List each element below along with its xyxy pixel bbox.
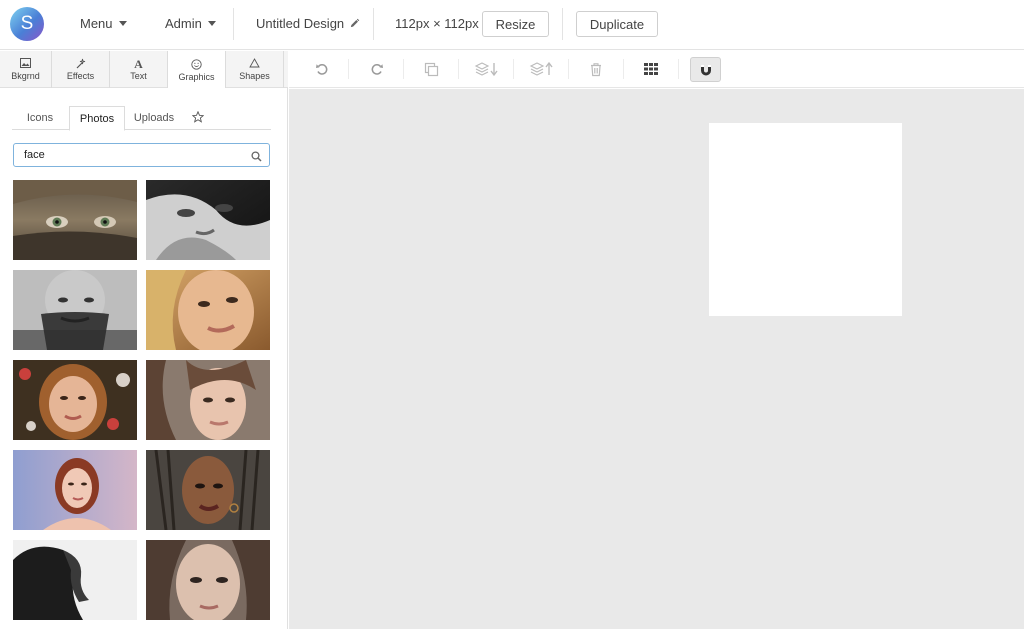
undo-icon [315, 62, 329, 76]
admin-label: Admin [165, 15, 202, 31]
subtab-uploads[interactable]: Uploads [126, 106, 182, 130]
face-photo[interactable] [146, 540, 270, 620]
canvas-size: 112px × 112px [395, 0, 479, 46]
tab-label: Bkgrnd [11, 71, 40, 81]
admin-button[interactable]: Admin [165, 0, 216, 46]
tab-shapes[interactable]: Shapes [226, 51, 284, 88]
redo-button[interactable] [363, 57, 391, 81]
divider [373, 8, 374, 40]
tab-effects[interactable]: Effects [52, 51, 110, 88]
face-photo[interactable] [13, 450, 137, 530]
canvas-area[interactable] [289, 89, 1024, 629]
subtab-photos[interactable]: Photos [69, 106, 125, 131]
subtab-label: Icons [26, 112, 54, 124]
duplicate-button[interactable]: Duplicate [576, 11, 658, 37]
smiley-icon [191, 58, 202, 72]
tab-label: Shapes [239, 71, 270, 81]
divider [562, 8, 563, 40]
grid-icon [644, 63, 658, 75]
panel-tabs: Bkgrnd Effects A Text Graphics Shapes [0, 51, 288, 89]
text-icon: A [134, 57, 143, 71]
tab-label: Effects [66, 71, 95, 81]
image-icon [20, 58, 31, 71]
copy-button[interactable] [417, 57, 445, 81]
face-photo[interactable] [146, 450, 270, 530]
design-title[interactable]: Untitled Design [256, 0, 360, 46]
magnet-icon [699, 63, 713, 77]
divider [233, 8, 234, 40]
face-photo[interactable] [146, 360, 270, 440]
search-icon[interactable] [251, 149, 262, 167]
subtab-label: Photos [79, 112, 115, 125]
search-input[interactable] [14, 144, 234, 166]
logo-letter: S [20, 13, 34, 34]
face-photo[interactable] [146, 270, 270, 350]
design-editor: S Menu Admin Untitled Design 112px × 112… [0, 0, 1024, 629]
bring-forward-icon [529, 61, 555, 77]
photo-search [13, 143, 270, 167]
subtab-label: Uploads [133, 112, 175, 124]
delete-button[interactable] [582, 57, 610, 81]
star-icon [191, 110, 205, 126]
divider [403, 59, 404, 79]
canvas-toolbar [289, 51, 1024, 88]
tab-label: Graphics [178, 71, 215, 82]
face-photo[interactable] [13, 270, 137, 350]
subtab-favorites[interactable] [187, 106, 209, 130]
graphics-subtabs: Icons Photos Uploads [12, 106, 271, 131]
pencil-icon[interactable] [349, 18, 360, 29]
resize-label: Resize [495, 16, 536, 32]
tab-label: Text [130, 71, 147, 81]
trash-icon [589, 62, 603, 77]
send-backward-button[interactable] [472, 57, 502, 81]
copy-icon [424, 62, 439, 77]
divider [568, 59, 569, 79]
design-title-label: Untitled Design [256, 15, 345, 31]
magic-wand-icon [75, 58, 86, 71]
divider [348, 59, 349, 79]
redo-icon [370, 62, 384, 76]
caret-down-icon [207, 20, 216, 26]
tab-text[interactable]: A Text [110, 51, 168, 88]
duplicate-label: Duplicate [589, 16, 645, 32]
face-photo[interactable] [13, 180, 137, 260]
menu-button[interactable]: Menu [80, 0, 127, 46]
artboard[interactable] [709, 123, 902, 316]
graphics-panel: Icons Photos Uploads [0, 88, 288, 629]
grid-button[interactable] [637, 57, 665, 81]
face-photo[interactable] [13, 540, 137, 620]
divider [513, 59, 514, 79]
resize-button[interactable]: Resize [482, 11, 549, 37]
size-label: 112px × 112px [395, 15, 479, 31]
triangle-icon [249, 58, 260, 71]
send-backward-icon [474, 61, 500, 77]
snap-toggle[interactable] [690, 57, 721, 82]
app-logo[interactable]: S [10, 7, 44, 41]
tab-graphics[interactable]: Graphics [168, 51, 226, 89]
top-bar: S Menu Admin Untitled Design 112px × 112… [0, 0, 1024, 50]
caret-down-icon [118, 20, 127, 26]
divider [678, 59, 679, 79]
face-photo[interactable] [13, 360, 137, 440]
menu-label: Menu [80, 15, 113, 31]
bring-forward-button[interactable] [527, 57, 557, 81]
tab-bkgrnd[interactable]: Bkgrnd [0, 51, 52, 88]
divider [623, 59, 624, 79]
divider [458, 59, 459, 79]
undo-button[interactable] [308, 57, 336, 81]
subtab-icons[interactable]: Icons [12, 106, 68, 130]
face-photo[interactable] [146, 180, 270, 260]
